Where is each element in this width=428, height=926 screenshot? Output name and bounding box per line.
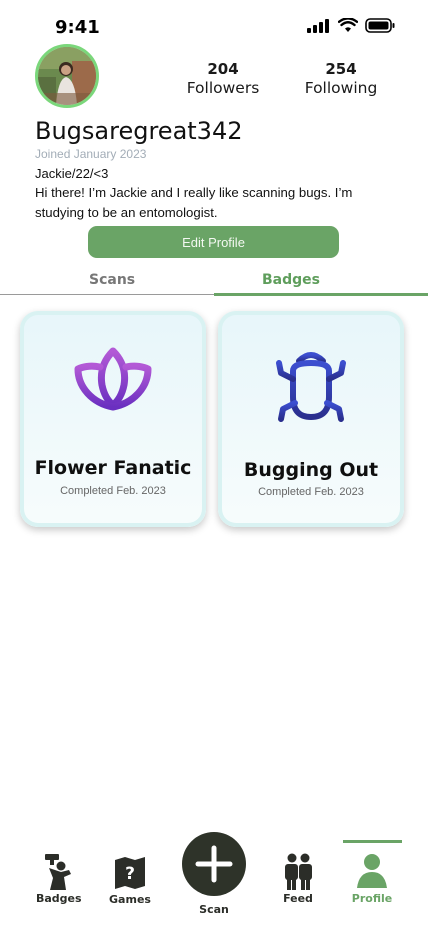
person-icon: [357, 854, 387, 888]
tab-badges[interactable]: Badges: [262, 272, 320, 288]
following-count: 254: [325, 60, 357, 78]
joined-date: Joined January 2023: [35, 147, 147, 161]
status-icons: [307, 18, 395, 33]
following-stat[interactable]: 254 Following: [296, 60, 386, 97]
nav-item-games[interactable]: ? Games: [108, 856, 152, 906]
tagline: Jackie/22/<3: [35, 166, 109, 181]
nav-item-scan[interactable]: Scan: [192, 903, 236, 916]
nav-label-profile: Profile: [351, 892, 393, 905]
lotus-icon: [74, 347, 152, 411]
status-bar: 9:41: [0, 0, 428, 48]
badge-card-flower-fanatic[interactable]: Flower Fanatic Completed Feb. 2023: [20, 311, 206, 527]
badge-title: Flower Fanatic: [34, 457, 192, 479]
bug-icon: [274, 352, 348, 422]
nav-label-feed: Feed: [283, 892, 313, 905]
battery-icon: [365, 18, 395, 33]
nav-label-games: Games: [109, 893, 151, 906]
username: Bugsaregreat342: [35, 117, 243, 145]
followers-label: Followers: [186, 79, 260, 97]
edit-profile-button[interactable]: Edit Profile: [88, 226, 339, 258]
following-label: Following: [304, 79, 378, 97]
nav-active-indicator: [343, 840, 402, 843]
badge-title: Bugging Out: [243, 459, 379, 481]
trophy-person-icon: [45, 854, 71, 890]
signal-icon: [307, 18, 329, 33]
scan-button[interactable]: [182, 832, 246, 896]
badge-subtitle: Completed Feb. 2023: [60, 485, 166, 497]
svg-text:?: ?: [125, 864, 135, 884]
plus-icon: [195, 845, 233, 883]
avatar[interactable]: [35, 44, 99, 108]
avatar-photo: [38, 47, 96, 105]
nav-item-profile[interactable]: Profile: [350, 852, 394, 905]
nav-item-feed[interactable]: Feed: [276, 852, 320, 905]
people-icon: [285, 853, 312, 890]
wifi-icon: [338, 18, 358, 32]
tab-scans[interactable]: Scans: [89, 272, 135, 288]
badge-subtitle: Completed Feb. 2023: [258, 486, 364, 498]
badge-card-bugging-out[interactable]: Bugging Out Completed Feb. 2023: [218, 311, 404, 527]
bottom-nav: Badges ? Games Scan Feed Profile: [0, 828, 428, 926]
nav-item-badges[interactable]: Badges: [36, 852, 82, 905]
status-time: 9:41: [55, 17, 100, 38]
followers-count: 204: [207, 60, 239, 78]
tab-active-indicator: [214, 293, 428, 296]
nav-label-badges: Badges: [36, 892, 82, 905]
nav-label-scan: Scan: [199, 903, 229, 916]
followers-stat[interactable]: 204 Followers: [178, 60, 268, 97]
map-question-icon: ?: [115, 857, 145, 889]
bio: Hi there! I’m Jackie and I really like s…: [35, 185, 353, 220]
